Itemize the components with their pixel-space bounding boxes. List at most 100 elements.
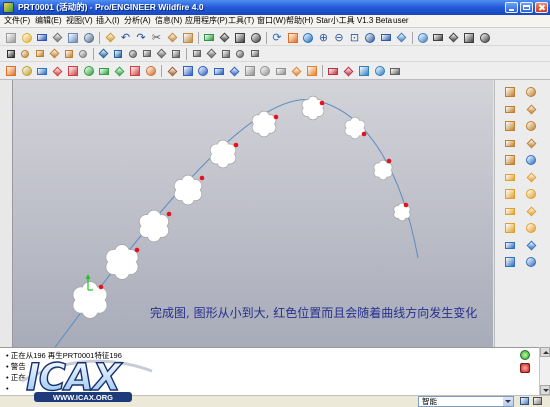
selection-icon[interactable] [533, 397, 542, 405]
menu-view[interactable]: 视图(V) [66, 15, 93, 27]
solidify-icon[interactable] [305, 64, 319, 78]
hole-icon[interactable] [523, 152, 539, 168]
minimize-button[interactable] [505, 2, 518, 13]
datum-point-marker[interactable] [386, 158, 392, 164]
app-icon[interactable] [3, 2, 14, 13]
wireframe-icon[interactable] [431, 31, 445, 45]
csys-display-icon[interactable] [62, 48, 75, 60]
zoom-out-icon[interactable]: ⊖ [332, 31, 346, 45]
save-icon[interactable] [35, 31, 49, 45]
zoom-in-icon[interactable]: ⊕ [317, 31, 331, 45]
chamfer-icon[interactable] [523, 169, 539, 185]
warp-icon[interactable] [523, 254, 539, 270]
curvature-icon[interactable] [219, 48, 232, 60]
datum-point-marker[interactable] [319, 100, 325, 106]
sketch-tool-icon[interactable] [523, 135, 539, 151]
print-preview-icon[interactable] [82, 31, 96, 45]
paste-special-icon[interactable] [181, 31, 195, 45]
datum-point-marker[interactable] [361, 131, 367, 137]
stop-icon[interactable] [520, 363, 530, 373]
sketch-flower[interactable] [344, 116, 366, 140]
menu-insert[interactable]: 插入(I) [96, 15, 120, 27]
datum-curve-icon[interactable] [523, 101, 539, 117]
message-scrollbar[interactable] [539, 347, 550, 395]
wrap-icon[interactable] [357, 64, 371, 78]
measure-icon[interactable] [190, 48, 203, 60]
menu-applications[interactable]: 应用程序(P) [185, 15, 228, 27]
datum-axis-icon[interactable] [502, 101, 518, 117]
revolve-icon[interactable] [502, 220, 518, 236]
sketch-flower[interactable] [173, 174, 203, 206]
select-icon[interactable] [4, 48, 17, 60]
intersect-icon[interactable] [342, 64, 356, 78]
flatten-icon[interactable] [373, 64, 387, 78]
menu-file[interactable]: 文件(F) [4, 15, 30, 27]
mass-properties-icon[interactable] [248, 48, 261, 60]
mirror-icon[interactable] [227, 64, 241, 78]
distance-icon[interactable] [205, 48, 218, 60]
copy-feature-icon[interactable] [181, 64, 195, 78]
dropdown-button[interactable] [503, 397, 513, 406]
sketch-flower[interactable] [251, 110, 277, 138]
regenerate-icon[interactable] [202, 31, 216, 45]
spin-center-icon[interactable] [286, 31, 300, 45]
undo-icon[interactable]: ↶ [119, 31, 133, 45]
maximize-button[interactable] [520, 2, 533, 13]
scroll-up-button[interactable] [540, 347, 550, 357]
datum-point-marker[interactable] [166, 211, 172, 217]
new-file-icon[interactable] [4, 31, 18, 45]
datum-plane-display-icon[interactable] [19, 48, 32, 60]
sketch-flower[interactable] [139, 209, 169, 243]
menu-window[interactable]: 窗口(W) [257, 15, 286, 27]
round-icon[interactable] [502, 169, 518, 185]
draft-check-icon[interactable] [82, 64, 96, 78]
refit-icon[interactable]: ⊡ [348, 31, 362, 45]
regen-status-icon[interactable] [520, 350, 530, 360]
redo-icon[interactable]: ↷ [134, 31, 148, 45]
datum-point-icon[interactable] [502, 118, 518, 134]
sweep-icon[interactable] [523, 220, 539, 236]
user-feature-icon[interactable] [165, 64, 179, 78]
view-manager-icon[interactable] [416, 31, 430, 45]
section-icon[interactable] [234, 48, 247, 60]
datum-point-marker[interactable] [98, 284, 104, 290]
coordinate-system-icon[interactable] [502, 135, 518, 151]
remove-icon[interactable] [388, 64, 402, 78]
sketcher-icon[interactable] [112, 48, 125, 60]
datum-plane-icon[interactable] [502, 84, 518, 100]
shaded-curvature-icon[interactable] [144, 64, 158, 78]
sketched-curve-icon[interactable] [523, 84, 539, 100]
cut-icon[interactable]: ✂ [150, 31, 164, 45]
shading-icon[interactable] [478, 31, 492, 45]
extrude-icon[interactable] [523, 203, 539, 219]
draft-icon[interactable] [502, 186, 518, 202]
sketched-datum-icon[interactable] [20, 64, 34, 78]
layers-icon[interactable] [394, 31, 408, 45]
menu-info[interactable]: 信息(N) [155, 15, 182, 27]
filter-dropdown-icon[interactable] [249, 31, 263, 45]
datum-point-marker[interactable] [273, 114, 279, 120]
datum-point-marker[interactable] [199, 175, 205, 181]
sketch-flower[interactable] [209, 139, 237, 169]
menu-help[interactable]: 帮助(H) [286, 15, 313, 27]
shell-icon[interactable] [502, 203, 518, 219]
annotation-display-icon[interactable] [77, 48, 90, 60]
datum-point-marker[interactable] [233, 142, 239, 148]
copy-icon[interactable] [103, 31, 117, 45]
dihedral-icon[interactable] [128, 64, 142, 78]
analysis-feature-icon[interactable] [502, 152, 518, 168]
hidden-line-icon[interactable] [447, 31, 461, 45]
merge-icon[interactable] [243, 64, 257, 78]
project-icon[interactable] [326, 64, 340, 78]
datum-point-marker[interactable] [134, 247, 140, 253]
datum-point-display-icon[interactable] [48, 48, 61, 60]
family-table-icon[interactable] [170, 48, 183, 60]
analysis-icon[interactable] [35, 64, 49, 78]
menu-star-tools[interactable]: Star小工具 V1.3 Beta [316, 15, 392, 27]
pattern-icon[interactable] [212, 64, 226, 78]
reorient-icon[interactable] [363, 31, 377, 45]
graph-icon[interactable] [51, 64, 65, 78]
point-array-icon[interactable] [523, 118, 539, 134]
saved-views-icon[interactable] [379, 31, 393, 45]
select-box-icon[interactable] [233, 31, 247, 45]
